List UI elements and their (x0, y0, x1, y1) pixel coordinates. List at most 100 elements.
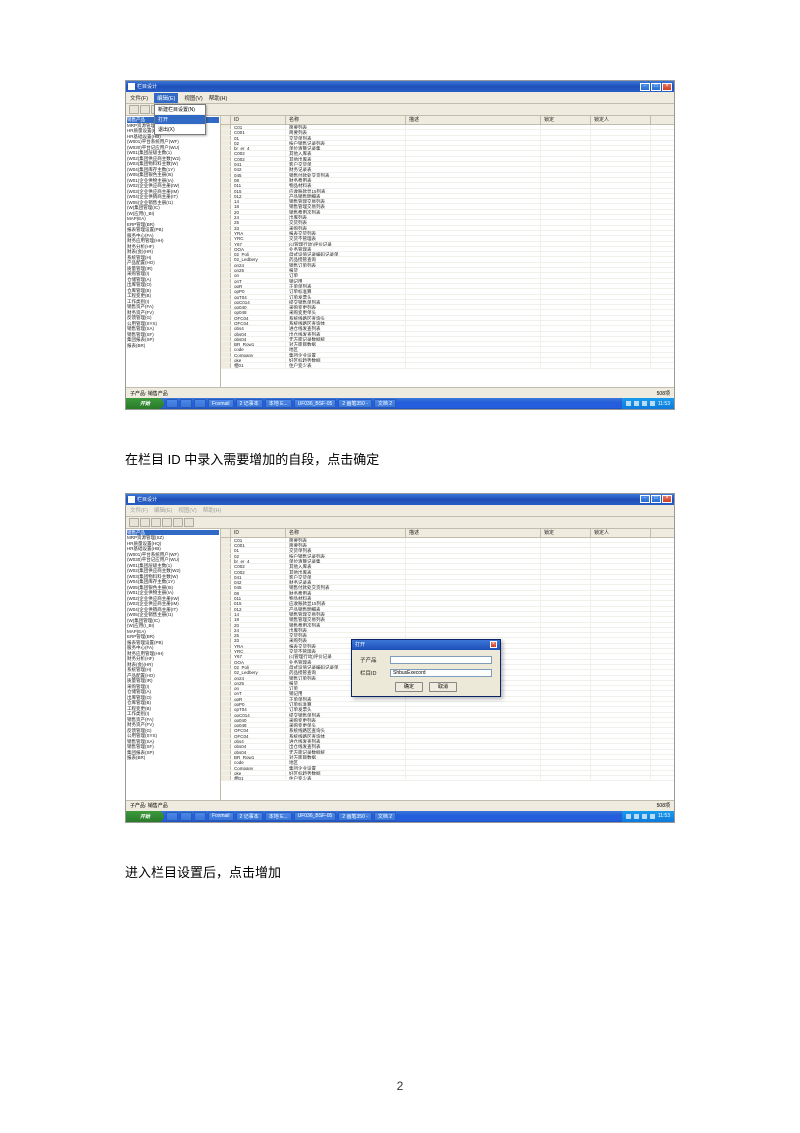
menu-view[interactable]: 视图(V) (184, 94, 202, 102)
edit-dropdown-menu: 新建栏目设置(N) 打开 退出(X) (154, 104, 206, 135)
page-number: 2 (0, 1079, 800, 1093)
toolbar-button[interactable] (151, 518, 161, 527)
tree-item[interactable]: 报表(BR) (127, 343, 219, 349)
grid-rows[interactable]: C01简要列表C001简要列表01交货单列表02按户销售记录列表br_er_4单… (221, 125, 674, 369)
status-left: 子产品: 销售产品 (130, 802, 168, 809)
maximize-button[interactable]: □ (651, 83, 661, 91)
cancel-button[interactable]: 取消 (429, 682, 457, 692)
grid-panel: ID 名称 描述 锁定 锁定人 C01简要列表C001简要列表01交货单列表02… (221, 116, 674, 387)
minimize-button[interactable]: - (640, 83, 650, 91)
toolbar-button[interactable] (129, 518, 139, 527)
col-id[interactable]: ID (231, 116, 286, 124)
menu-file[interactable]: 文件(F) (130, 506, 148, 514)
start-button[interactable]: 开始 (126, 811, 164, 822)
menu-item-new[interactable]: 新建栏目设置(N) (155, 105, 205, 115)
toolbar-button[interactable] (129, 105, 139, 114)
toolbar-button[interactable] (184, 518, 194, 527)
window-titlebar: 栏目设计 - □ × (126, 494, 674, 505)
col-lock[interactable]: 锁定 (541, 529, 591, 537)
task-item[interactable]: Foxmail (208, 399, 234, 408)
tray-icon[interactable] (626, 814, 631, 819)
quicklaunch-item[interactable] (194, 399, 206, 408)
tray-icon[interactable] (642, 401, 647, 406)
dialog-title: 打开 (355, 641, 365, 648)
task-item[interactable]: 2 画笔350 - (338, 399, 372, 408)
menubar: 文件(F) 编辑(E) 视图(V) 帮助(H) (126, 92, 674, 104)
label-subproduct: 子产品 (360, 656, 390, 664)
menu-view[interactable]: 视图(V) (178, 506, 196, 514)
quicklaunch-item[interactable] (180, 399, 192, 408)
menu-help[interactable]: 帮助(H) (209, 94, 228, 102)
statusbar: 子产品: 销售产品 508项 (126, 800, 674, 811)
toolbar-button[interactable] (162, 518, 172, 527)
menu-help[interactable]: 帮助(H) (203, 506, 222, 514)
col-name[interactable]: 名称 (286, 116, 406, 124)
dialog-close-button[interactable]: × (490, 641, 497, 648)
task-item[interactable]: 文档 2 (374, 399, 396, 408)
system-tray[interactable]: 11:53 (622, 398, 674, 409)
status-right: 508项 (657, 390, 670, 397)
quicklaunch-item[interactable] (180, 812, 192, 821)
toolbar (126, 104, 674, 116)
col-desc[interactable]: 描述 (406, 116, 541, 124)
caption-2: 进入栏目设置后，点击增加 (125, 863, 675, 884)
task-item[interactable]: 文档 2 (374, 812, 396, 821)
task-item[interactable]: UF036_BSF-05 (294, 399, 337, 408)
status-left: 子产品: 销售产品 (130, 390, 168, 397)
start-button[interactable]: 开始 (126, 398, 164, 409)
system-tray[interactable]: 11:53 (622, 811, 674, 822)
tray-icon[interactable] (642, 814, 647, 819)
tray-icon[interactable] (626, 401, 631, 406)
statusbar: 子产品: 销售产品 508项 (126, 387, 674, 398)
maximize-button[interactable]: □ (651, 495, 661, 503)
task-item[interactable]: 2 记事本 (236, 399, 263, 408)
tree-item[interactable]: 报表(BR) (127, 755, 219, 761)
col-id[interactable]: ID (231, 529, 286, 537)
taskbar: 开始 Foxmail 2 记事本 本地 E... UF036_BSF-05 2 … (126, 398, 674, 409)
col-desc[interactable]: 描述 (406, 529, 541, 537)
menu-edit[interactable]: 编辑(E) (154, 93, 178, 103)
task-item[interactable]: 本地 E... (265, 399, 292, 408)
task-item[interactable]: 2 画笔350 - (338, 812, 372, 821)
col-lockby[interactable]: 锁定人 (591, 529, 651, 537)
close-button[interactable]: × (662, 495, 672, 503)
document-page: 栏目设计 - □ × 文件(F) 编辑(E) 视图(V) 帮助(H) 新建栏目设… (0, 0, 800, 946)
input-subproduct[interactable] (390, 656, 492, 664)
tree-panel[interactable]: 销售产品 MRP资源管理(SZ) HR质量设置(HQ) HR基础设置(HB) (… (126, 529, 221, 800)
task-item[interactable]: UF036_BSF-05 (294, 812, 337, 821)
task-item[interactable]: 2 记事本 (236, 812, 263, 821)
table-row[interactable]: 相01住户变少表 (221, 776, 674, 781)
table-row[interactable]: 相01住户变少表 (221, 363, 674, 368)
menu-edit[interactable]: 编辑(E) (154, 506, 172, 514)
input-columnid[interactable] (390, 669, 492, 677)
col-name[interactable]: 名称 (286, 529, 406, 537)
window-title: 栏目设计 (137, 496, 157, 503)
task-item[interactable]: 本地 E... (265, 812, 292, 821)
col-lockby[interactable]: 锁定人 (591, 116, 651, 124)
tray-icon[interactable] (650, 401, 655, 406)
menu-item-open[interactable]: 打开 (155, 115, 205, 125)
ok-button[interactable]: 确定 (395, 682, 423, 692)
col-lock[interactable]: 锁定 (541, 116, 591, 124)
clock: 11:53 (658, 401, 670, 407)
minimize-button[interactable]: - (640, 495, 650, 503)
menubar: 文件(F) 编辑(E) 视图(V) 帮助(H) (126, 505, 674, 517)
quicklaunch-item[interactable] (194, 812, 206, 821)
window-titlebar: 栏目设计 - □ × (126, 81, 674, 92)
quicklaunch-item[interactable] (166, 812, 178, 821)
menu-item-exit[interactable]: 退出(X) (155, 125, 205, 134)
screenshot-2: 栏目设计 - □ × 文件(F) 编辑(E) 视图(V) 帮助(H) 销售产品 … (125, 493, 675, 823)
toolbar-button[interactable] (140, 518, 150, 527)
quicklaunch-item[interactable] (166, 399, 178, 408)
toolbar-button[interactable] (140, 105, 150, 114)
tray-icon[interactable] (650, 814, 655, 819)
screenshot-1: 栏目设计 - □ × 文件(F) 编辑(E) 视图(V) 帮助(H) 新建栏目设… (125, 80, 675, 410)
close-button[interactable]: × (662, 83, 672, 91)
menu-file[interactable]: 文件(F) (130, 94, 148, 102)
tray-icon[interactable] (634, 814, 639, 819)
tree-panel[interactable]: 销售产品 MRP资源管理(SZ) HR质量设置(HQ) HR基础设置(HB) (… (126, 116, 221, 387)
tray-icon[interactable] (634, 401, 639, 406)
caption-1: 在栏目 ID 中录入需要增加的自段，点击确定 (125, 450, 675, 471)
task-item[interactable]: Foxmail (208, 812, 234, 821)
toolbar-button[interactable] (173, 518, 183, 527)
